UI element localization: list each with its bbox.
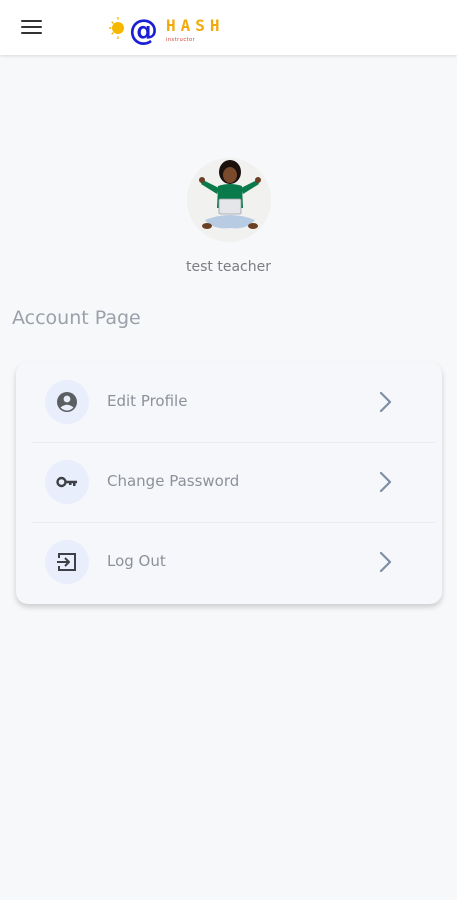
key-icon [45, 460, 89, 504]
logo-text: HASH [166, 16, 225, 35]
logout-icon [45, 540, 89, 584]
app-bar: @ HASH instructor [0, 0, 457, 55]
user-photo-avatar [187, 158, 271, 242]
log-out-label: Log Out [107, 552, 166, 570]
profile-name: test teacher [186, 259, 271, 275]
account-menu-card: Edit Profile Change Password Log Out [16, 362, 442, 604]
profile-avatar [187, 158, 271, 242]
change-password-item[interactable]: Change Password [16, 442, 442, 522]
edit-profile-label: Edit Profile [107, 392, 188, 410]
svg-text:@: @ [129, 13, 158, 47]
hamburger-menu-icon[interactable] [21, 19, 42, 35]
chevron-right-icon [379, 471, 392, 493]
log-out-item[interactable]: Log Out [16, 522, 442, 602]
edit-profile-item[interactable]: Edit Profile [16, 362, 442, 442]
change-password-label: Change Password [107, 472, 240, 490]
chevron-right-icon [379, 391, 392, 413]
logo-mark-icon: @ [109, 13, 158, 47]
account-circle-icon [45, 380, 89, 424]
logo-subtext: instructor [166, 37, 196, 43]
chevron-right-icon [379, 551, 392, 573]
app-logo: @ HASH instructor [108, 12, 228, 48]
page-title: Account Page [12, 307, 141, 329]
